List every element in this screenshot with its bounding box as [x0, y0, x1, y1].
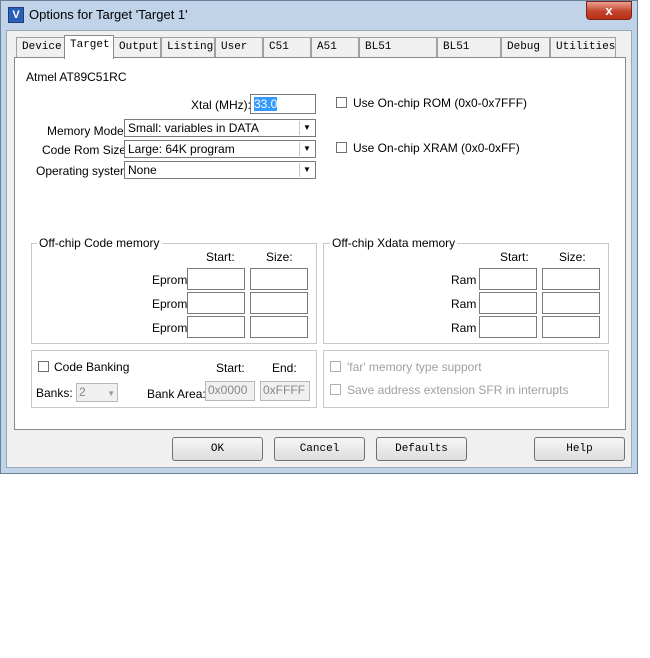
eprom-start-input-1[interactable]	[187, 268, 245, 290]
device-name: Atmel AT89C51RC	[26, 70, 127, 84]
eprom-label-1: Eprom	[152, 273, 188, 287]
memory-model-select[interactable]: Small: variables in DATA ▼	[124, 119, 316, 137]
chevron-down-icon[interactable]: ▼	[299, 142, 314, 156]
bank-start-input[interactable]: 0x0000	[205, 381, 255, 401]
ram-label-3: Ram	[451, 321, 477, 335]
eprom-label-2: Eprom	[152, 297, 188, 311]
ram-size-input-1[interactable]	[542, 268, 600, 290]
xtal-label: Xtal (MHz):	[191, 98, 251, 112]
ram-label-1: Ram	[451, 273, 477, 287]
ok-button[interactable]: OK	[172, 437, 263, 461]
xdata-size-header: Size:	[559, 250, 586, 264]
eprom-size-input-1[interactable]	[250, 268, 308, 290]
xdata-start-header: Start:	[500, 250, 529, 264]
tab-output[interactable]: Output	[113, 37, 161, 57]
cancel-button[interactable]: Cancel	[274, 437, 365, 461]
ram-start-input-2[interactable]	[479, 292, 537, 314]
tab-device[interactable]: Device	[16, 37, 65, 57]
tab-c51[interactable]: C51	[263, 37, 311, 57]
onchip-rom-label: Use On-chip ROM (0x0-0x7FFF)	[353, 96, 528, 110]
memory-model-label: Memory Model:	[47, 124, 130, 138]
code-rom-value: Large: 64K program	[128, 142, 235, 156]
eprom-start-input-3[interactable]	[187, 316, 245, 338]
chevron-down-icon[interactable]: ▼	[299, 121, 314, 135]
bank-start-header: Start:	[216, 361, 245, 375]
xtal-input[interactable]: 33.0	[250, 94, 316, 114]
memory-model-value: Small: variables in DATA	[128, 121, 259, 135]
far-support-label: 'far' memory type support	[347, 360, 482, 374]
help-button[interactable]: Help	[534, 437, 625, 461]
onchip-xram-checkbox[interactable]	[336, 142, 347, 153]
onchip-xram-label: Use On-chip XRAM (0x0-0xFF)	[353, 141, 520, 155]
tab-listing[interactable]: Listing	[161, 37, 215, 57]
tab-a51[interactable]: A51	[311, 37, 359, 57]
eprom-start-input-2[interactable]	[187, 292, 245, 314]
tab-user[interactable]: User	[215, 37, 263, 57]
close-button[interactable]: x	[586, 1, 632, 20]
ram-start-input-3[interactable]	[479, 316, 537, 338]
bank-area-label: Bank Area:	[147, 387, 206, 401]
chevron-down-icon[interactable]: ▼	[299, 163, 314, 177]
code-start-header: Start:	[206, 250, 235, 264]
eprom-label-3: Eprom	[152, 321, 188, 335]
defaults-button[interactable]: Defaults	[376, 437, 467, 461]
code-size-header: Size:	[266, 250, 293, 264]
offchip-code-title: Off-chip Code memory	[37, 236, 162, 250]
os-label: Operating system:	[36, 164, 134, 178]
os-select[interactable]: None ▼	[124, 161, 316, 179]
uvision-icon: V	[8, 7, 24, 23]
code-rom-select[interactable]: Large: 64K program ▼	[124, 140, 316, 158]
far-memory-group	[323, 350, 609, 408]
code-rom-label: Code Rom Size:	[42, 143, 130, 157]
chevron-down-icon: ▼	[107, 389, 115, 398]
tab-target[interactable]: Target	[64, 35, 114, 59]
xtal-value: 33.0	[254, 97, 278, 111]
banks-value: 2	[79, 385, 86, 399]
far-support-checkbox[interactable]	[330, 361, 341, 372]
bank-end-input[interactable]: 0xFFFF	[260, 381, 310, 401]
eprom-size-input-2[interactable]	[250, 292, 308, 314]
banks-select[interactable]: 2 ▼	[76, 383, 118, 402]
tab-bl51-locate[interactable]: BL51 Locate	[359, 37, 437, 72]
offchip-xdata-title: Off-chip Xdata memory	[330, 236, 458, 250]
save-sfr-label: Save address extension SFR in interrupts	[347, 383, 569, 397]
ram-size-input-2[interactable]	[542, 292, 600, 314]
os-value: None	[128, 163, 157, 177]
tab-bl51-misc[interactable]: BL51 Misc	[437, 37, 501, 72]
bank-end-header: End:	[272, 361, 297, 375]
ram-size-input-3[interactable]	[542, 316, 600, 338]
eprom-size-input-3[interactable]	[250, 316, 308, 338]
code-banking-checkbox[interactable]	[38, 361, 49, 372]
onchip-rom-checkbox[interactable]	[336, 97, 347, 108]
ram-label-2: Ram	[451, 297, 477, 311]
banks-label: Banks:	[36, 386, 73, 400]
dialog-title: Options for Target 'Target 1'	[29, 7, 188, 22]
code-banking-label: Code Banking	[54, 360, 130, 374]
tab-debug[interactable]: Debug	[501, 37, 550, 57]
ram-start-input-1[interactable]	[479, 268, 537, 290]
tab-utilities[interactable]: Utilities	[550, 37, 616, 57]
save-sfr-checkbox[interactable]	[330, 384, 341, 395]
